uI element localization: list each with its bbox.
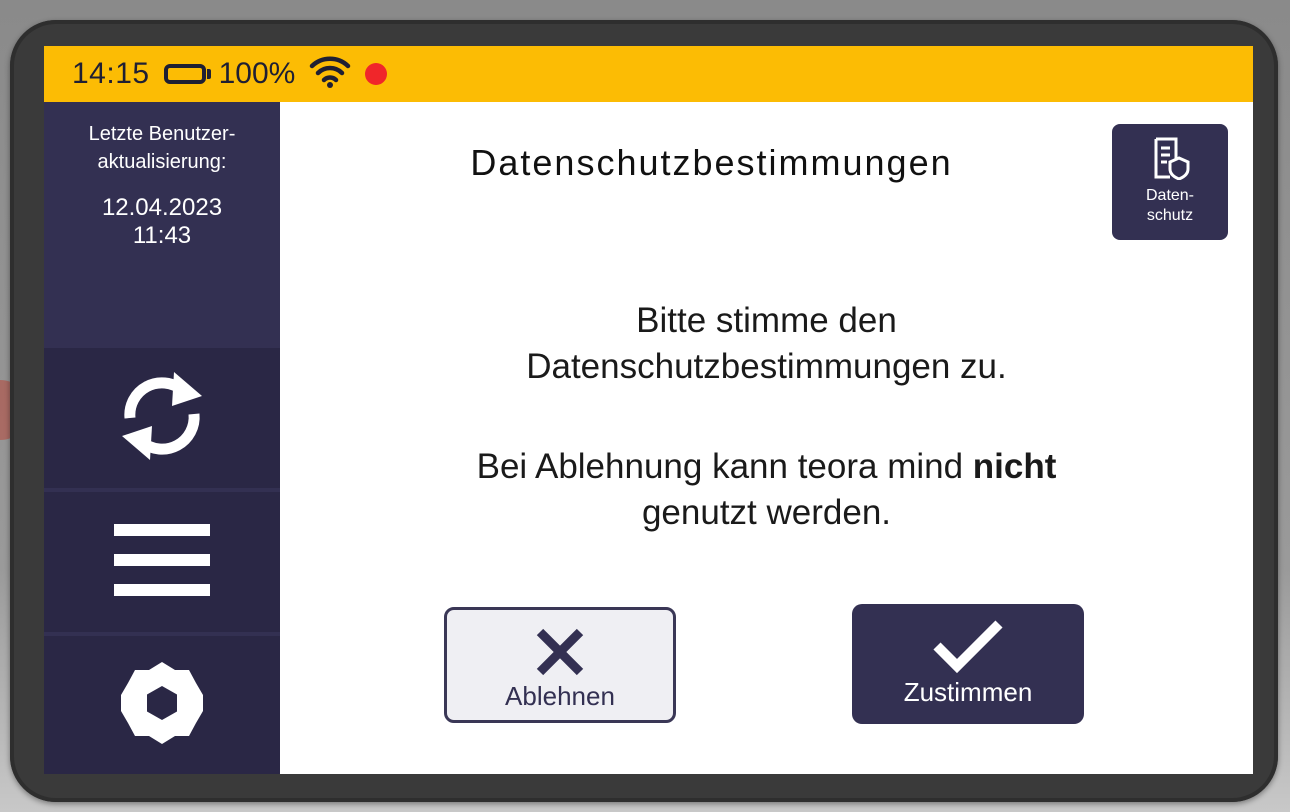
decline-label: Ablehnen [505, 681, 615, 711]
privacy-button[interactable]: Daten- schutz [1112, 124, 1228, 240]
accept-label: Zustimmen [903, 677, 1033, 707]
menu-icon [114, 522, 210, 603]
close-icon [534, 628, 586, 682]
last-update-time: 11:43 [132, 222, 192, 249]
recording-indicator [365, 63, 388, 85]
decline-warning-prefix: Bei Ablehnung kann teora mind [476, 447, 973, 486]
decline-button[interactable]: Ablehnen [444, 607, 676, 723]
sidebar: Letzte Benutzer- aktualisierung: 12.04.2… [44, 102, 280, 774]
sync-button[interactable] [44, 348, 280, 488]
device-screen: 14:15 100% Letzte Benutzer- aktualisieru… [44, 46, 1253, 774]
check-icon [931, 620, 1005, 678]
privacy-label-line2: schutz [1146, 207, 1194, 224]
last-update-label-line1: Letzte Benutzer- [88, 123, 236, 145]
consent-message-line2: Datenschutzbestimmungen zu. [526, 347, 1007, 386]
decline-warning: Bei Ablehnung kann teora mind nicht genu… [280, 444, 1253, 536]
accept-button[interactable]: Zustimmen [852, 604, 1084, 724]
status-bar: 14:15 100% [44, 46, 1253, 102]
menu-button[interactable] [44, 492, 280, 632]
last-update-date: 12.04.2023 [101, 194, 223, 221]
last-update-label-line2: aktualisierung: [97, 151, 227, 173]
main-panel: Datenschutzbestimmungen Daten- schutz Bi… [280, 102, 1253, 774]
sync-icon [116, 366, 208, 471]
status-time: 14:15 [72, 57, 150, 90]
consent-message: Bitte stimme den Datenschutzbestimmungen… [280, 298, 1253, 390]
page-title: Datenschutzbestimmungen [470, 142, 953, 183]
settings-button[interactable] [44, 636, 280, 774]
settings-icon [117, 658, 207, 753]
consent-message-line1: Bitte stimme den [636, 301, 897, 340]
tablet-device: 14:15 100% Letzte Benutzer- aktualisieru… [10, 20, 1278, 802]
wifi-icon [309, 55, 351, 94]
decline-warning-line2: genutzt werden. [641, 493, 892, 532]
privacy-label-line1: Daten- [1145, 187, 1195, 204]
privacy-document-icon [1150, 137, 1190, 184]
scene-background: 14:15 100% Letzte Benutzer- aktualisieru… [0, 0, 1290, 812]
battery-icon [163, 64, 211, 84]
decline-warning-bold: nicht [972, 447, 1057, 486]
last-update-info: Letzte Benutzer- aktualisierung: 12.04.2… [44, 102, 280, 346]
battery-percent: 100% [218, 57, 296, 90]
